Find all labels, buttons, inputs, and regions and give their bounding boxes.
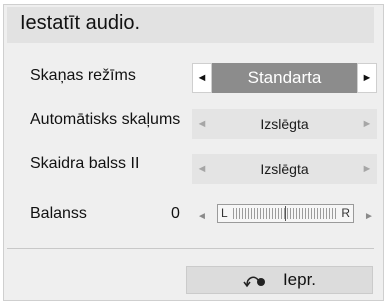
right-arrow-icon: ►	[361, 163, 373, 175]
right-arrow-icon: ►	[361, 72, 373, 84]
balance-left-label: L	[221, 206, 228, 220]
balance-left-arrow-icon[interactable]: ◄	[197, 211, 207, 222]
clear-voice-prev-button[interactable]: ◄	[192, 154, 212, 184]
auto-volume-next-button[interactable]: ►	[357, 109, 377, 139]
left-arrow-icon: ◄	[196, 118, 208, 130]
sound-mode-value[interactable]: Standarta	[212, 63, 357, 93]
audio-settings-dialog	[3, 4, 384, 301]
auto-volume-value-text: Izslēgta	[260, 116, 309, 132]
auto-volume-value[interactable]: Izslēgta	[212, 109, 357, 139]
sound-mode-next-button[interactable]: ►	[357, 63, 377, 93]
back-button-label: Iepr.	[282, 270, 317, 289]
dialog-title: Iestatīt audio.	[20, 12, 141, 34]
divider	[7, 248, 374, 249]
sound-mode-prev-button[interactable]: ◄	[192, 63, 212, 93]
clear-voice-next-button[interactable]: ►	[357, 154, 377, 184]
return-arrow-icon	[243, 272, 267, 288]
clear-voice-value-text: Izslēgta	[260, 161, 309, 177]
balance-center-marker	[285, 206, 286, 221]
balance-right-arrow-icon[interactable]: ►	[364, 211, 374, 222]
balance-right-label: R	[341, 206, 350, 220]
sound-mode-value-text: Standarta	[247, 68, 322, 87]
right-arrow-icon: ►	[361, 118, 373, 130]
balance-value: 0	[171, 205, 180, 222]
auto-volume-label: Automātisks skaļums	[30, 111, 181, 128]
sound-mode-label: Skaņas režīms	[30, 67, 136, 84]
dialog-title-bar: Iestatīt audio.	[7, 7, 374, 43]
clear-voice-label: Skaidra balss II	[30, 155, 140, 172]
balance-slider[interactable]: L R	[217, 204, 354, 223]
clear-voice-value[interactable]: Izslēgta	[212, 154, 357, 184]
back-button[interactable]: Iepr.	[186, 266, 373, 294]
left-arrow-icon: ◄	[196, 72, 208, 84]
auto-volume-prev-button[interactable]: ◄	[192, 109, 212, 139]
balance-label: Balanss	[30, 205, 87, 222]
left-arrow-icon: ◄	[196, 163, 208, 175]
